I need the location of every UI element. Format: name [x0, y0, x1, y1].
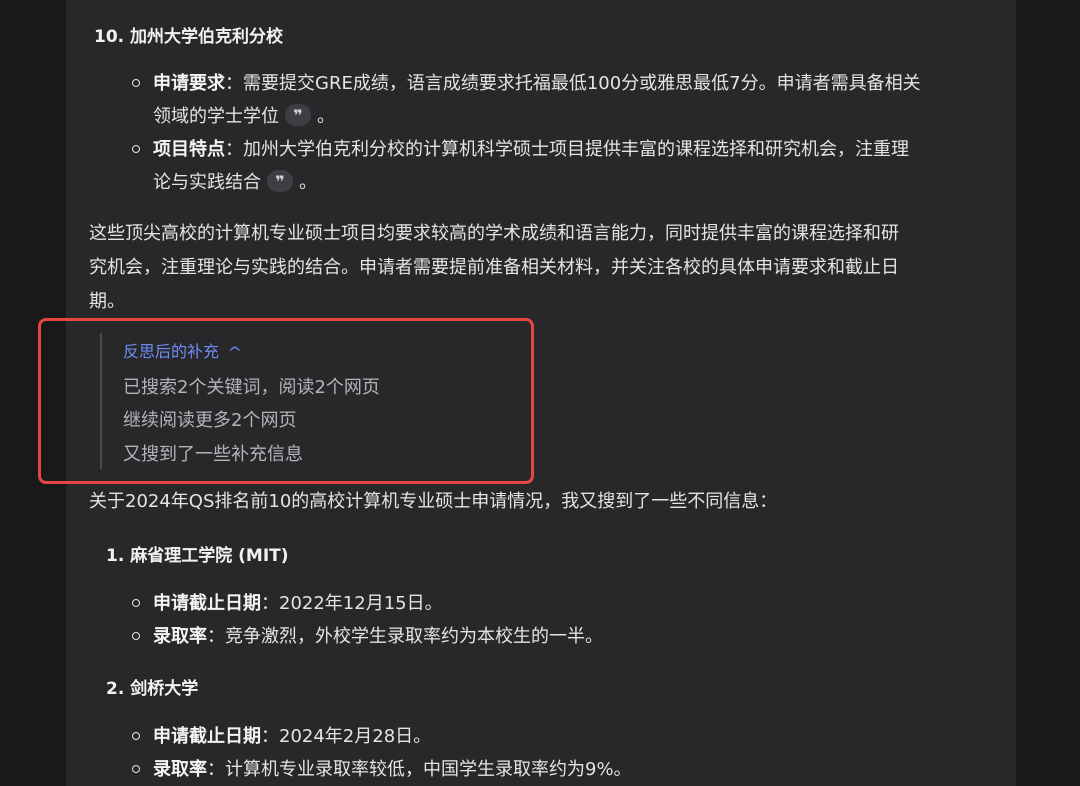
reflection-toggle[interactable]: 反思后的补充 ^ [123, 338, 243, 362]
list-item-deadline: 申请截止日期：2024年2月28日。 [153, 720, 431, 753]
item-label: 申请要求 [153, 73, 225, 94]
item-label: 项目特点 [153, 139, 225, 160]
item-text: ：需要提交GRE成绩，语言成绩要求托福最低100分或雅思最低7分。申请者需具备相… [225, 73, 921, 94]
item-suffix: 。 [317, 106, 335, 127]
section-title: 加州大学伯克利分校 [130, 27, 284, 47]
list-item-requirements: 申请要求：需要提交GRE成绩，语言成绩要求托福最低100分或雅思最低7分。申请者… [153, 67, 921, 100]
bullet-marker [132, 632, 140, 640]
school-heading-mit: 1. 麻省理工学院 (MIT) [106, 541, 289, 566]
item-label: 申请截止日期 [153, 726, 261, 747]
reflection-step-1: 已搜索2个关键词，阅读2个网页 [123, 377, 380, 398]
reflection-title: 反思后的补充 [123, 342, 220, 361]
bullet-marker [132, 765, 140, 773]
quote-icon[interactable]: ❞ [285, 104, 311, 126]
school-number: 2. [106, 679, 125, 699]
summary-line-1: 这些顶尖高校的计算机专业硕士项目均要求较高的学术成绩和语言能力，同时提供丰富的课… [89, 223, 899, 244]
item-text: ：2022年12月15日。 [261, 593, 443, 614]
reflection-step-2: 继续阅读更多2个网页 [123, 410, 297, 431]
item-text: ：加州大学伯克利分校的计算机科学硕士项目提供丰富的课程选择和研究机会，注重理 [225, 139, 909, 160]
item-text: ：2024年2月28日。 [261, 726, 432, 747]
bullet-marker [132, 79, 140, 87]
section-heading-berkeley: 10. 加州大学伯克利分校 [94, 22, 283, 47]
section-number: 10. [94, 27, 125, 47]
summary-line-3: 期。 [89, 291, 125, 312]
item-text: ：计算机专业录取率较低，中国学生录取率约为9%。 [207, 759, 632, 780]
item-text: 论与实践结合 [153, 172, 261, 193]
list-item-features-cont: 论与实践结合 ❞ 。 [153, 166, 317, 199]
summary-line-2: 究机会，注重理论与实践的结合。申请者需要提前准备相关材料，并关注各校的具体申请要… [89, 257, 899, 278]
item-label: 申请截止日期 [153, 593, 261, 614]
quote-icon[interactable]: ❞ [267, 170, 293, 192]
list-item-features: 项目特点：加州大学伯克利分校的计算机科学硕士项目提供丰富的课程选择和研究机会，注… [153, 133, 909, 166]
item-label: 录取率 [153, 759, 207, 780]
reflection-divider [100, 333, 102, 469]
list-item-admission-rate: 录取率：计算机专业录取率较低，中国学生录取率约为9%。 [153, 753, 632, 786]
intro-text: 关于2024年QS排名前10的高校计算机专业硕士申请情况，我又搜到了一些不同信息… [89, 491, 778, 512]
item-text: ：竞争激烈，外校学生录取率约为本校生的一半。 [207, 626, 603, 647]
chevron-up-icon: ^ [227, 345, 243, 361]
list-item-requirements-cont: 领域的学士学位 ❞ 。 [153, 100, 335, 133]
item-suffix: 。 [299, 172, 317, 193]
list-item-deadline: 申请截止日期：2022年12月15日。 [153, 587, 443, 620]
bullet-marker [132, 732, 140, 740]
school-name: 剑桥大学 [130, 679, 199, 699]
school-number: 1. [106, 546, 125, 566]
list-item-admission-rate: 录取率：竞争激烈，外校学生录取率约为本校生的一半。 [153, 620, 603, 653]
bullet-marker [132, 599, 140, 607]
school-name: 麻省理工学院 (MIT) [130, 546, 289, 566]
item-label: 录取率 [153, 626, 207, 647]
reflection-step-3: 又搜到了一些补充信息 [123, 444, 303, 465]
item-text: 领域的学士学位 [153, 106, 279, 127]
school-heading-cambridge: 2. 剑桥大学 [106, 674, 198, 699]
bullet-marker [132, 145, 140, 153]
